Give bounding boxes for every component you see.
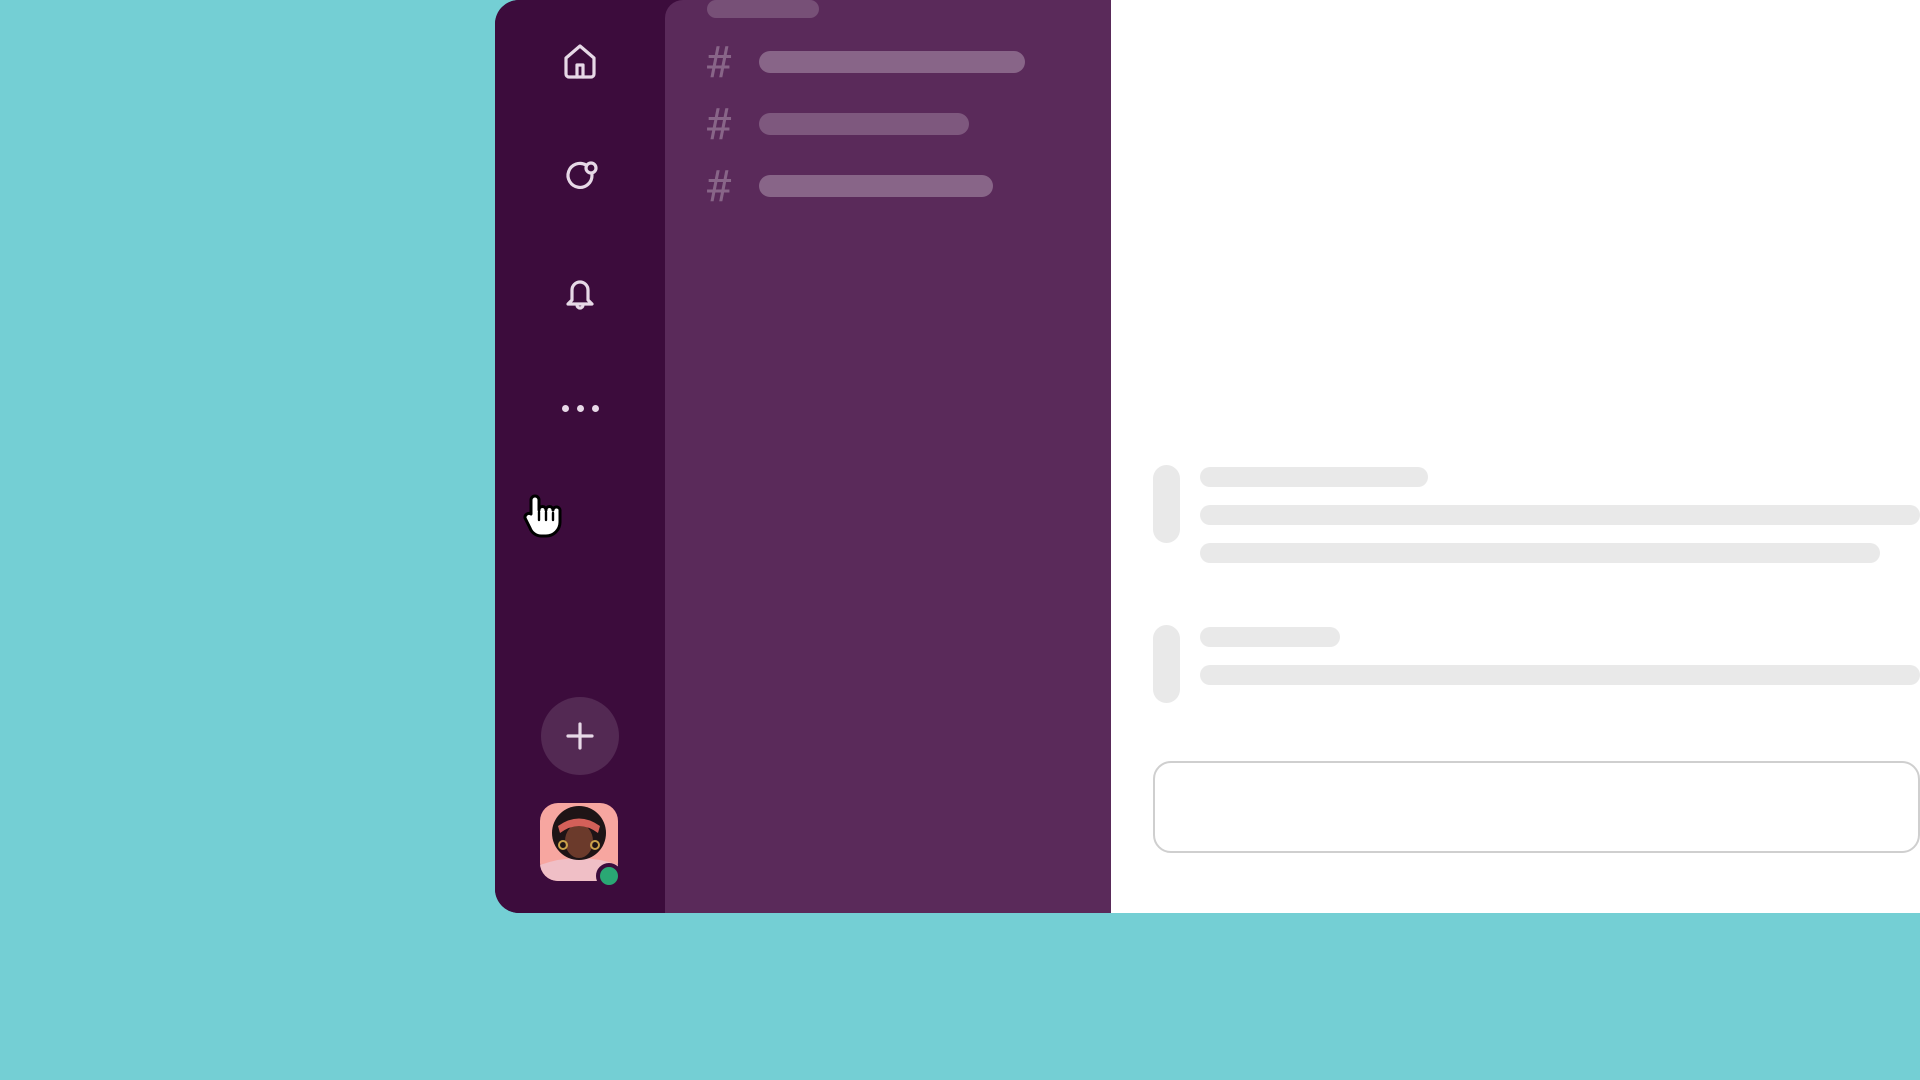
- message-avatar: [1153, 625, 1180, 703]
- message-body: [1200, 465, 1920, 581]
- nav-home[interactable]: [550, 30, 610, 90]
- hash-icon: #: [701, 164, 735, 208]
- conversation-panel: [1111, 0, 1920, 913]
- message-text-placeholder: [1200, 543, 1880, 563]
- hash-icon: #: [701, 102, 735, 146]
- activity-icon: [560, 272, 600, 312]
- message: [1153, 625, 1920, 703]
- plus-icon: [562, 718, 598, 754]
- nav-dms[interactable]: [550, 146, 610, 206]
- message-author-placeholder: [1200, 627, 1340, 647]
- home-icon: [560, 40, 600, 80]
- message-text-placeholder: [1200, 665, 1920, 685]
- channel-item[interactable]: #: [701, 40, 1087, 84]
- app-window: # # #: [495, 0, 1920, 913]
- sidebar-section-label: [707, 0, 819, 18]
- message-text-placeholder: [1200, 505, 1920, 525]
- channel-item[interactable]: #: [701, 102, 1087, 146]
- message-list: [1153, 465, 1920, 747]
- presence-indicator: [596, 863, 622, 889]
- channel-name-placeholder: [759, 175, 993, 197]
- user-menu[interactable]: [540, 803, 620, 887]
- channel-name-placeholder: [759, 113, 969, 135]
- stage: # # #: [0, 0, 1920, 1080]
- message-composer[interactable]: [1153, 761, 1920, 853]
- hash-icon: #: [701, 40, 735, 84]
- channel-sidebar: # # #: [665, 0, 1111, 913]
- message: [1153, 465, 1920, 581]
- message-author-placeholder: [1200, 467, 1428, 487]
- nav-more[interactable]: [550, 378, 610, 438]
- message-avatar: [1153, 465, 1180, 543]
- more-icon: [562, 405, 599, 412]
- channel-name-placeholder: [759, 51, 1025, 73]
- channel-item[interactable]: #: [701, 164, 1087, 208]
- add-button[interactable]: [541, 697, 619, 775]
- message-body: [1200, 625, 1920, 703]
- nav-rail-bottom: [495, 697, 665, 887]
- nav-rail: [495, 0, 665, 913]
- dms-icon: [560, 156, 600, 196]
- nav-activity[interactable]: [550, 262, 610, 322]
